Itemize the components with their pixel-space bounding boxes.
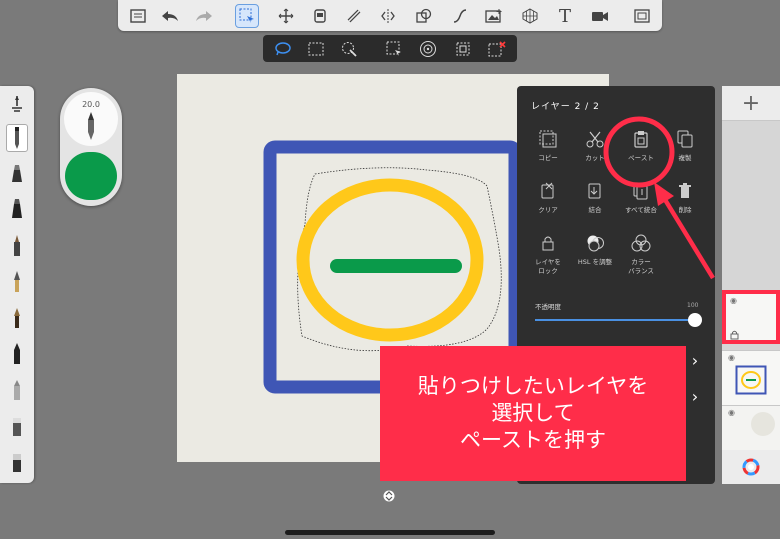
symmetry-icon[interactable] — [376, 4, 400, 28]
crop-select-icon[interactable] — [384, 39, 404, 59]
brush-settings-icon[interactable] — [6, 90, 28, 118]
paint-brush[interactable] — [6, 268, 28, 296]
eye-icon[interactable]: ◉ — [728, 353, 735, 362]
instruction-callout: 貼りつけしたいレイヤを 選択して ペーストを押す — [380, 346, 686, 481]
paste-highlight-circle — [603, 116, 675, 188]
magic-wand-icon[interactable] — [339, 39, 359, 59]
copy-icon — [537, 128, 559, 150]
canvas-rotate-icon[interactable] — [382, 489, 396, 503]
undo-icon[interactable] — [158, 4, 182, 28]
paste-highlight-annotation — [603, 116, 715, 280]
callout-line-1: 貼りつけしたいレイヤを — [417, 374, 649, 398]
airbrush-brush[interactable] — [6, 340, 28, 368]
callout-line-2: 選択して — [491, 401, 575, 425]
watercolor-brush[interactable] — [6, 304, 28, 332]
layer-settings-chevron-icon[interactable]: › — [685, 384, 705, 408]
home-indicator — [285, 530, 495, 535]
eye-icon[interactable]: ◉ — [730, 296, 737, 305]
layer-2-thumb[interactable]: ◉ — [722, 290, 780, 344]
selection-toolbar — [263, 35, 517, 62]
eraser-soft-brush[interactable] — [6, 448, 28, 476]
opacity-value: 100 — [687, 302, 699, 309]
brush-palette — [0, 86, 34, 483]
add-layer-button[interactable]: + — [722, 86, 780, 121]
color-wheel-button[interactable] — [722, 450, 780, 484]
target-icon[interactable] — [418, 39, 438, 59]
perspective-grid-icon[interactable] — [518, 4, 542, 28]
marker-brush[interactable] — [6, 160, 28, 188]
curve-icon[interactable] — [448, 4, 472, 28]
lasso-select-icon[interactable] — [273, 39, 293, 59]
text-tool-icon[interactable]: T — [553, 4, 577, 28]
pencil-icon — [88, 112, 94, 140]
transform-icon[interactable] — [274, 4, 298, 28]
callout-line-3: ペーストを押す — [460, 428, 606, 452]
background-layer-thumb[interactable]: ◉ — [722, 405, 780, 452]
layer-1-thumb[interactable]: ◉ — [722, 350, 780, 405]
lock-icon — [537, 232, 559, 254]
fullscreen-icon[interactable] — [630, 4, 654, 28]
layer-clear-button[interactable]: クリア — [523, 180, 573, 230]
layer-copy-button[interactable]: コピー — [523, 128, 573, 178]
opacity-slider-fill — [535, 319, 695, 321]
opacity-slider-thumb[interactable] — [688, 313, 702, 327]
rect-select-icon[interactable] — [306, 39, 326, 59]
brush-size-puck[interactable]: 20.0 — [64, 92, 118, 146]
pen-brush[interactable] — [6, 196, 28, 224]
top-toolbar: T — [118, 0, 662, 31]
layer-panel: + ◉ ◉ ◉ — [722, 86, 780, 484]
redo-icon[interactable] — [192, 4, 216, 28]
opacity-slider[interactable] — [535, 313, 702, 327]
deselect-icon[interactable] — [453, 39, 473, 59]
smudge-brush[interactable] — [6, 376, 28, 404]
opacity-label: 不透明度 — [535, 303, 561, 311]
clear-icon — [537, 180, 559, 202]
brush-color-puck[interactable] — [65, 152, 117, 200]
gallery-icon[interactable] — [126, 4, 150, 28]
ruler-icon[interactable] — [342, 4, 366, 28]
ink-brush[interactable] — [6, 232, 28, 260]
shape-icon[interactable] — [412, 4, 436, 28]
brush-puck[interactable]: 20.0 — [60, 88, 122, 206]
highlight-arrow-head — [654, 182, 674, 206]
highlight-arrow — [662, 196, 715, 280]
blend-mode-chevron-icon[interactable]: › — [685, 348, 705, 372]
pencil-brush[interactable] — [6, 124, 28, 152]
layer-import-icon[interactable] — [308, 4, 332, 28]
eye-icon[interactable]: ◉ — [728, 408, 735, 417]
clear-select-icon[interactable] — [487, 39, 507, 59]
lock-icon — [730, 330, 739, 340]
video-icon[interactable] — [588, 4, 612, 28]
color-wheel-icon — [742, 458, 760, 476]
eraser-brush[interactable] — [6, 412, 28, 440]
selection-icon[interactable] — [235, 4, 259, 28]
image-import-icon[interactable] — [482, 4, 506, 28]
brush-size-value: 20.0 — [82, 100, 100, 109]
background-color-swatch[interactable] — [751, 412, 775, 436]
layer-lock-button[interactable]: レイヤを ロック — [523, 232, 573, 282]
